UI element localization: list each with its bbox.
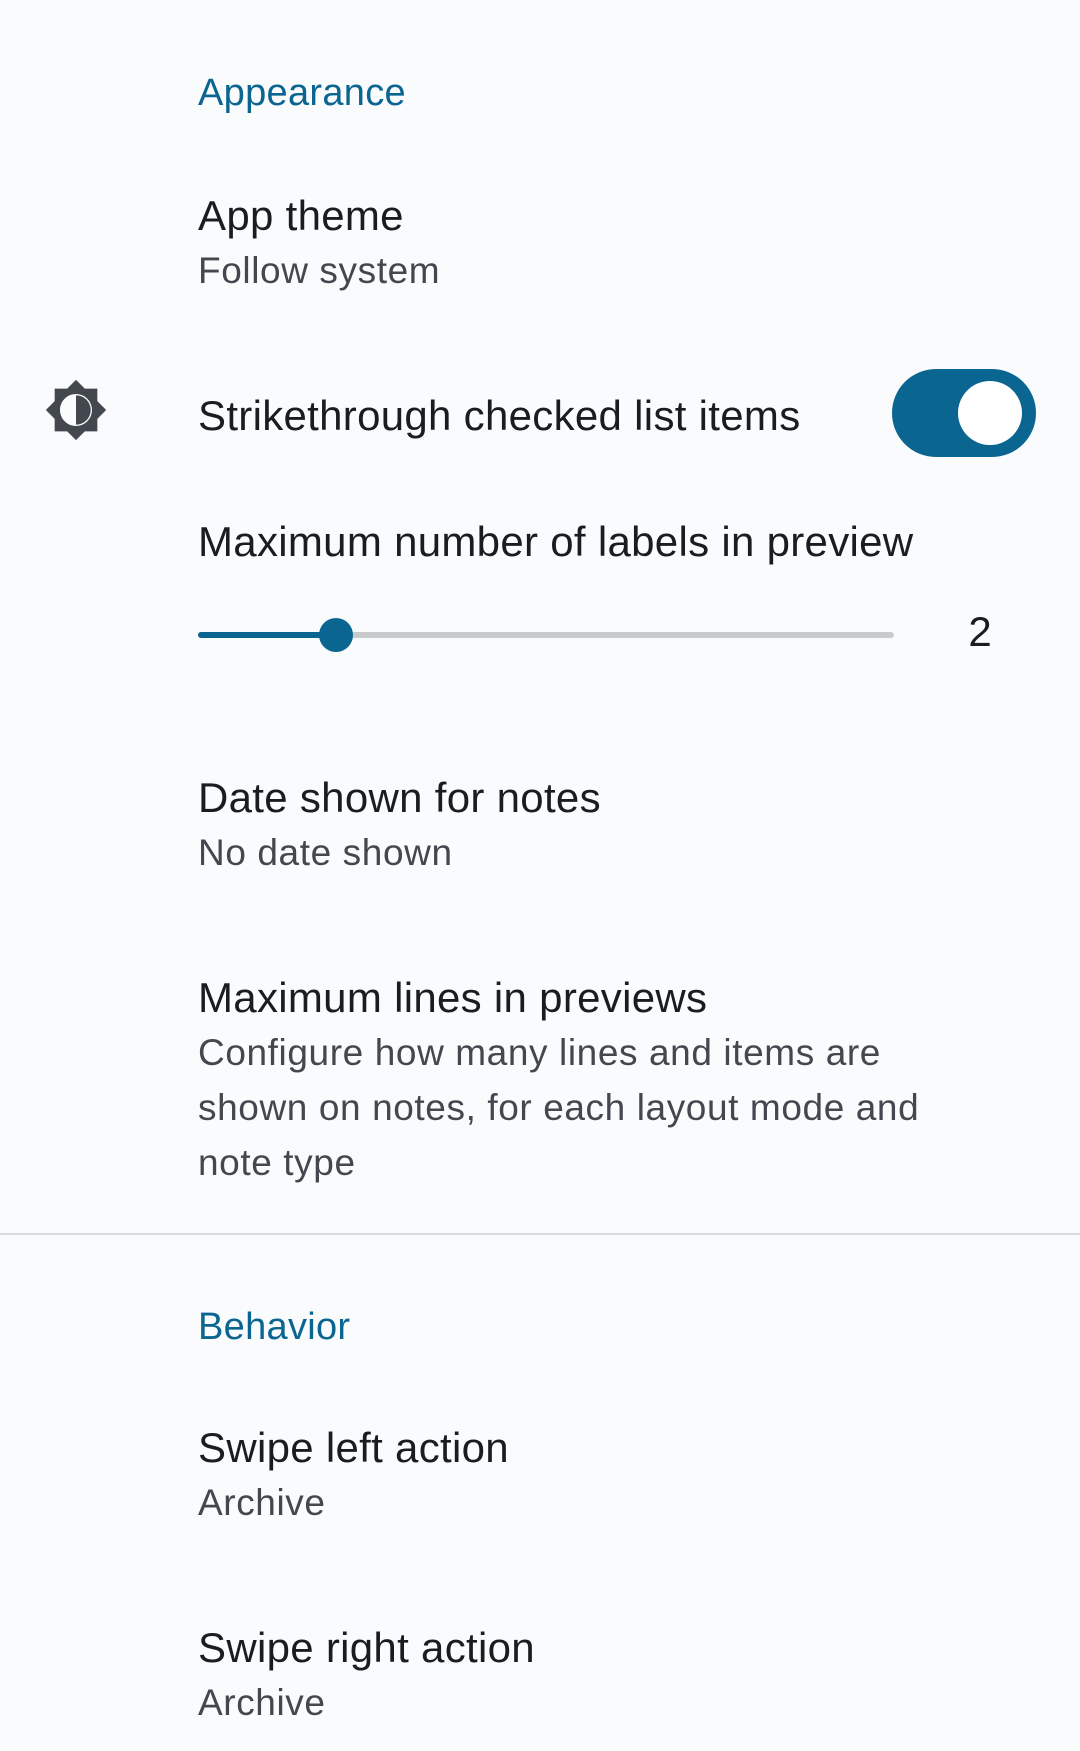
- swipe-right-title: Swipe right action: [198, 1624, 535, 1671]
- section-divider: [0, 1233, 1080, 1235]
- app-theme-title: App theme: [198, 192, 404, 239]
- swipe-right-summary: Archive: [198, 1682, 326, 1723]
- swipe-left-preference[interactable]: Swipe left action Archive: [0, 1410, 1080, 1550]
- date-shown-title: Date shown for notes: [198, 774, 601, 821]
- date-shown-summary: No date shown: [198, 832, 453, 873]
- section-header-appearance: Appearance: [198, 72, 406, 114]
- slider-track-active[interactable]: [198, 632, 336, 638]
- max-lines-summary-line-2: shown on notes, for each layout mode and: [198, 1087, 920, 1128]
- swipe-left-title: Swipe left action: [198, 1424, 509, 1471]
- strikethrough-toggle[interactable]: [892, 369, 1036, 457]
- swipe-left-summary: Archive: [198, 1482, 326, 1523]
- date-shown-preference[interactable]: Date shown for notes No date shown: [0, 760, 1080, 900]
- section-header-behavior: Behavior: [198, 1306, 351, 1348]
- strikethrough-title: Strikethrough checked list items: [198, 392, 801, 439]
- max-lines-summary-line-1: Configure how many lines and items are: [198, 1032, 881, 1073]
- swipe-right-preference[interactable]: Swipe right action Archive: [0, 1610, 1080, 1750]
- app-theme-summary: Follow system: [198, 250, 441, 291]
- max-lines-summary-line-3: note type: [198, 1142, 356, 1183]
- app-theme-preference[interactable]: App theme Follow system: [0, 170, 1080, 441]
- slider-value: 2: [968, 608, 992, 655]
- max-lines-preference[interactable]: Maximum lines in previews Configure how …: [0, 960, 1080, 1200]
- max-labels-title: Maximum number of labels in preview: [198, 518, 914, 565]
- toggle-thumb: [958, 381, 1022, 445]
- slider-thumb[interactable]: [319, 618, 353, 652]
- max-lines-title: Maximum lines in previews: [198, 974, 708, 1021]
